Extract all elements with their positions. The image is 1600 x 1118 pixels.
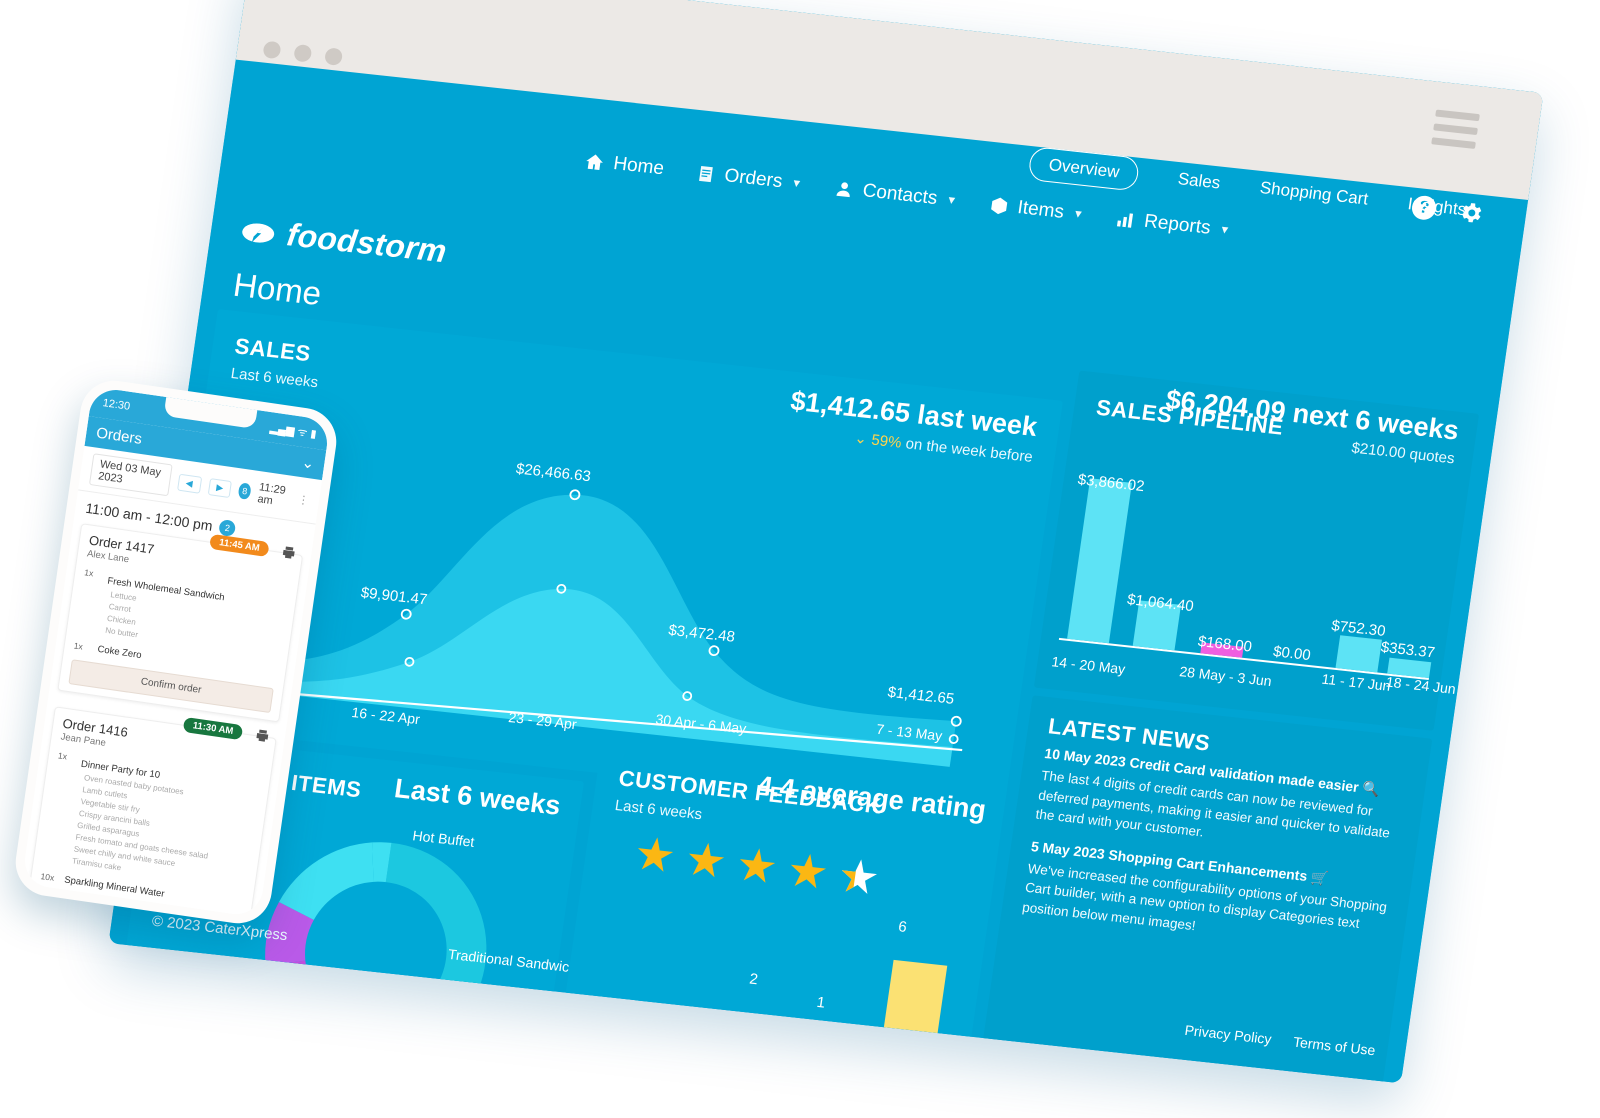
feedback-xtick-4: Five Star [862, 1047, 921, 1070]
brand[interactable]: foodstorm [239, 211, 449, 270]
contacts-icon [836, 182, 850, 198]
app-body: ? Home Orders ▼ Contacts ▼ Items ▼ Repor… [108, 59, 1529, 1084]
status-time: 12:30 [101, 397, 131, 413]
popular-card-subtitle: Last 6 weeks [392, 773, 563, 821]
nav-label-orders: Orders [723, 165, 784, 193]
chevron-down-icon: ▼ [790, 177, 803, 191]
order-card[interactable]: 11:30 AM Order 1416 Jean Pane 1x Dinner … [24, 706, 277, 918]
next-icon[interactable]: ▶ [207, 477, 233, 498]
customer-feedback-card: CUSTOMER FEEDBACK Last 6 weeks 4.4 avera… [554, 743, 1008, 1084]
sales-delta: 59% [870, 431, 903, 452]
pipeline-xtick-2: 28 May - 3 Jun [1178, 663, 1273, 690]
popular-label-fruit-display: Fresh Fruit Display [171, 1046, 292, 1076]
order-qty: 1x [73, 640, 84, 652]
nav-label-contacts: Contacts [861, 180, 939, 210]
nav-label-items: Items [1016, 196, 1066, 223]
maximize-dot[interactable] [323, 47, 344, 66]
feedback-bar-4[interactable] [878, 959, 948, 1071]
feedback-xtick-2: Three Star [715, 1045, 784, 1069]
feedback-value-0: 0 [597, 1006, 609, 1025]
page-title: Home [231, 265, 324, 312]
sales-card-title: SALES [233, 333, 313, 367]
chevron-down-icon: ▼ [1071, 207, 1085, 221]
traffic-lights[interactable] [262, 40, 344, 66]
pipeline-xtick-0: 14 - 20 May [1050, 653, 1127, 678]
feedback-xtick-3: Four Star [790, 1045, 851, 1068]
more-vertical-icon[interactable]: ⋮ [297, 492, 310, 506]
feedback-bar-0[interactable] [596, 1034, 650, 1041]
pipeline-xtick-5: 18 - 24 Jun [1384, 673, 1457, 697]
pipeline-bar-4[interactable] [1335, 635, 1382, 673]
star-icon: ★ [732, 837, 782, 894]
reports-icon [1116, 213, 1133, 228]
feedback-xtick-0: One Star [572, 1041, 631, 1064]
prev-icon[interactable]: ◀ [176, 473, 202, 494]
hamburger-icon[interactable] [1431, 109, 1480, 149]
printer-icon[interactable] [280, 545, 297, 560]
order-line: 1x Dinner Party for 10 Oven roasted baby… [43, 750, 261, 892]
feedback-value-1: 0 [670, 1008, 681, 1027]
phone-title: Orders [95, 424, 144, 448]
pipeline-bar-0[interactable] [1067, 478, 1132, 644]
nav-label-home: Home [612, 153, 666, 180]
feedback-bar-2[interactable] [739, 1012, 799, 1056]
feedback-xtick-1: Two Star [644, 1043, 703, 1066]
star-icon: ★ [681, 832, 731, 889]
chevron-down-icon: ▼ [1218, 223, 1232, 237]
order-qty: 1x [83, 567, 95, 579]
screenshot-stage: ? Home Orders ▼ Contacts ▼ Items ▼ Repor… [0, 0, 1600, 1118]
status-indicators: ▂▄▆ ᯤ ▮ [269, 421, 318, 441]
tab-insights[interactable]: Insights [1406, 194, 1468, 220]
star-icon: ★ [630, 826, 680, 883]
nav-item-items[interactable]: Items ▼ [987, 194, 1085, 226]
minimize-dot[interactable] [293, 43, 313, 63]
star-icon: ★ [783, 843, 833, 900]
star-partial-icon: ★ ★ [834, 848, 883, 905]
tab-shopping-cart[interactable]: Shopping Cart [1259, 178, 1370, 210]
tab-sales[interactable]: Sales [1177, 169, 1222, 193]
nav-item-home[interactable]: Home [583, 150, 665, 180]
nav-item-reports[interactable]: Reports ▼ [1114, 208, 1232, 242]
browser-window: ? Home Orders ▼ Contacts ▼ Items ▼ Repor… [108, 0, 1544, 1084]
printer-icon[interactable] [254, 728, 271, 743]
nav-item-orders[interactable]: Orders ▼ [694, 162, 803, 195]
order-item: Coke Zero [96, 643, 143, 662]
order-card[interactable]: 11:45 AM Order 1417 Alex Lane 1x Fresh W… [57, 523, 304, 723]
feedback-bar-1[interactable] [667, 1041, 722, 1048]
chevron-down-icon: ⌄ [853, 429, 869, 448]
phone-date[interactable]: Wed 03 May 2023 [88, 453, 173, 497]
popular-label-chicken-salad: Chicken Salad Crois... [432, 1016, 573, 1048]
cloud-icon [242, 222, 275, 243]
close-dot[interactable] [262, 40, 282, 60]
home-icon [586, 154, 603, 170]
popular-label-asparagus-rolls: Asparagus Rolls [394, 1046, 498, 1074]
rating-stars: ★ ★ ★ ★ ★ ★ [630, 826, 883, 905]
items-icon [990, 197, 1007, 215]
cart-icon: 🛒 [1310, 868, 1330, 886]
feedback-value-4: 6 [897, 918, 908, 937]
sales-card-subtitle: Last 6 weeks [229, 364, 320, 392]
nav-item-contacts[interactable]: Contacts ▼ [832, 177, 958, 212]
popular-label-avocado-salad: Fresh Avocado Salad... [112, 981, 259, 1014]
phone-current-time: 11:29 am [256, 481, 287, 508]
magnifier-icon: 🔍 [1361, 779, 1382, 798]
nav-label-reports: Reports [1142, 210, 1212, 239]
chevron-down-icon: ▼ [945, 194, 958, 208]
orders-icon [698, 165, 713, 183]
order-count-badge: 8 [237, 482, 252, 500]
popular-label-orange-juice: Orange Juice [443, 981, 529, 1007]
order-qty: 10x [39, 871, 55, 883]
popular-label-classic-sandwich: The Classic Sandwich [315, 1060, 455, 1084]
brand-name: foodstorm [284, 216, 449, 270]
sales-pipeline-card: SALES PIPELINE $6,204.09 next 6 weeks $2… [1033, 370, 1480, 731]
phone-collapse-icon[interactable]: ⌄ [301, 453, 316, 473]
feedback-bar-3[interactable] [808, 1037, 866, 1064]
